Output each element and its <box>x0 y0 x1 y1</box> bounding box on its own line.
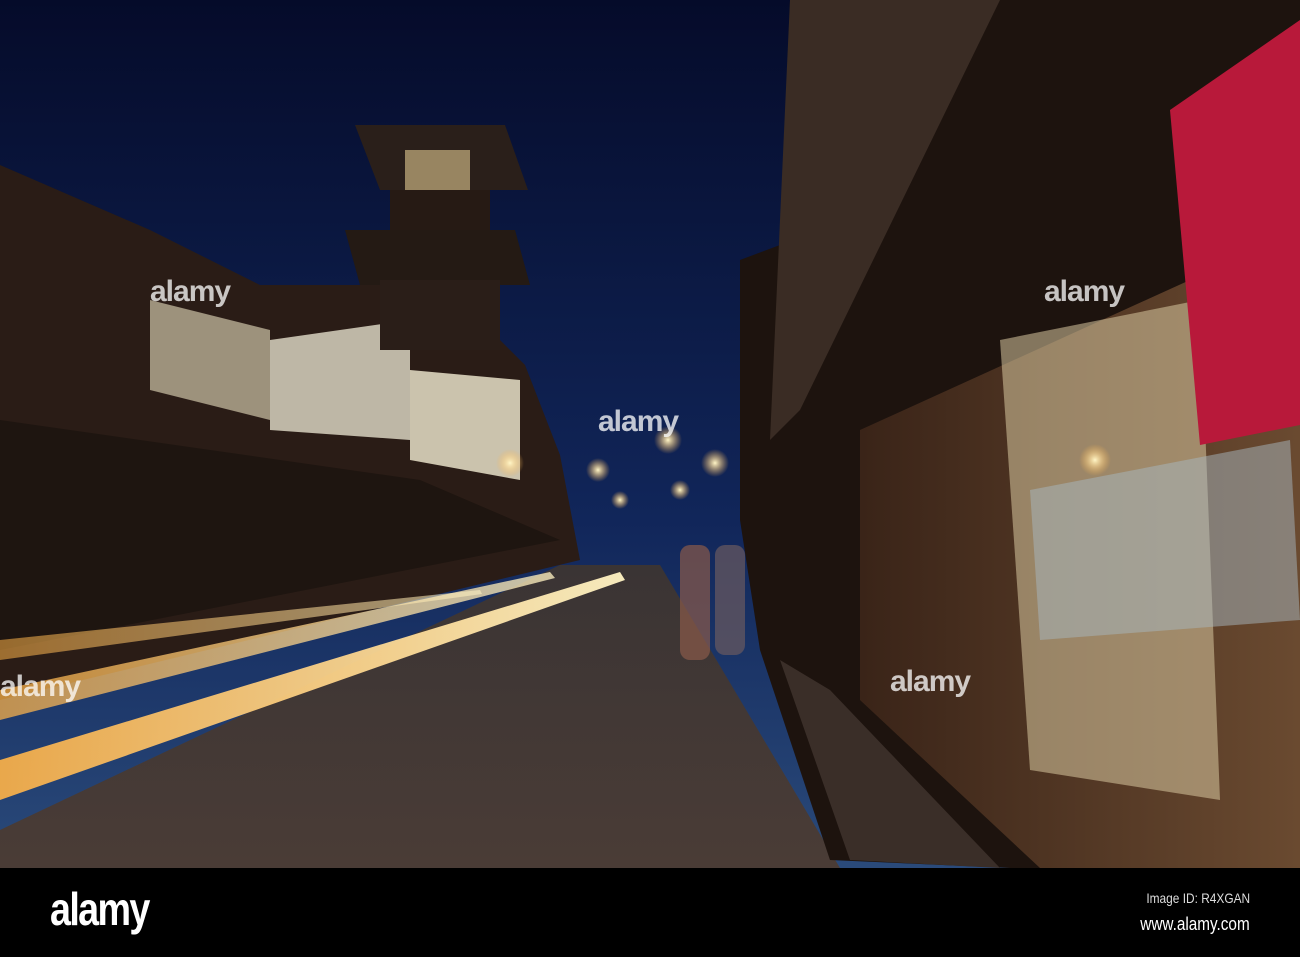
alamy-logo: alamy <box>50 883 150 935</box>
footer-bar: alamy Image ID: R4XGAN www.alamy.com <box>0 868 1300 957</box>
watermark: alamy <box>150 275 231 308</box>
watermark: alamy <box>598 405 679 438</box>
watermark: alamy <box>1044 275 1125 308</box>
watermark: alamy <box>0 670 81 703</box>
watermark: alamy <box>890 665 971 698</box>
image-id: Image ID: R4XGAN <box>1146 890 1250 906</box>
site-url: www.alamy.com <box>1140 914 1250 934</box>
stock-photo: alamy alamy alamy alamy alamy alamy Imag… <box>0 0 1300 957</box>
